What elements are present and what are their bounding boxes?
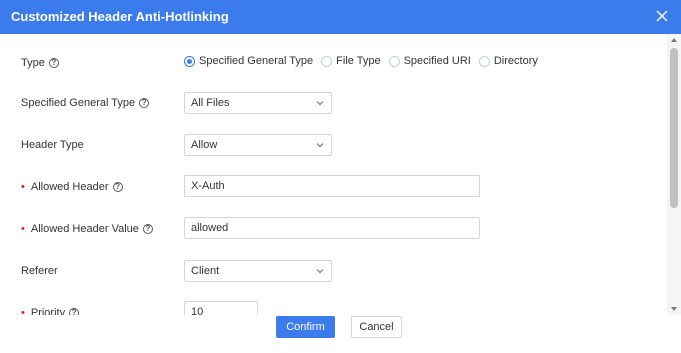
dialog-header: Customized Header Anti-Hotlinking bbox=[0, 0, 681, 34]
general-type-label: Specified General Type ? bbox=[21, 97, 150, 109]
radio-button-checked[interactable] bbox=[184, 55, 195, 67]
allowed-header-input[interactable]: X-Auth bbox=[184, 175, 480, 197]
radio-file-type[interactable]: File Type bbox=[321, 55, 381, 67]
header-type-select[interactable]: Allow bbox=[184, 134, 332, 156]
scroll-up-arrow-icon[interactable] bbox=[671, 38, 677, 42]
radio-specified-uri[interactable]: Specified URI bbox=[388, 55, 471, 67]
chevron-down-icon bbox=[316, 101, 324, 106]
radio-directory[interactable]: Directory bbox=[478, 55, 538, 67]
question-circle-icon[interactable]: ? bbox=[48, 58, 59, 68]
dialog-body: Type ? Specified General Type File Type … bbox=[0, 34, 667, 315]
close-icon[interactable] bbox=[655, 9, 669, 23]
referer-label: Referer bbox=[21, 265, 58, 277]
question-circle-icon[interactable]: ? bbox=[112, 182, 123, 192]
type-radio-group: Specified General Type File Type Specifi… bbox=[184, 55, 546, 67]
allowed-header-label: • Allowed Header ? bbox=[21, 181, 123, 193]
priority-input[interactable]: 10 bbox=[184, 301, 258, 315]
allowed-header-value-label: • Allowed Header Value ? bbox=[21, 223, 153, 235]
priority-label: • Priority ? bbox=[21, 307, 80, 315]
question-circle-icon[interactable]: ? bbox=[142, 224, 153, 234]
required-asterisk: • bbox=[21, 223, 25, 235]
question-circle-icon[interactable]: ? bbox=[139, 98, 150, 108]
type-label: Type ? bbox=[21, 57, 59, 69]
header-type-label: Header Type bbox=[21, 139, 84, 151]
chevron-down-icon bbox=[316, 269, 324, 274]
scrollbar-thumb[interactable] bbox=[670, 48, 678, 208]
required-asterisk: • bbox=[21, 307, 25, 315]
vertical-scrollbar[interactable] bbox=[667, 34, 681, 315]
required-asterisk: • bbox=[21, 181, 25, 193]
confirm-button[interactable]: Confirm bbox=[276, 316, 335, 338]
radio-button[interactable] bbox=[478, 55, 490, 67]
cancel-button[interactable]: Cancel bbox=[351, 316, 402, 338]
radio-specified-general-type[interactable]: Specified General Type bbox=[184, 55, 313, 67]
dialog-title: Customized Header Anti-Hotlinking bbox=[11, 9, 229, 24]
chevron-down-icon bbox=[316, 143, 324, 148]
radio-button[interactable] bbox=[388, 55, 400, 67]
allowed-header-value-input[interactable]: allowed bbox=[184, 217, 480, 239]
radio-button[interactable] bbox=[321, 55, 333, 67]
referer-select[interactable]: Client bbox=[184, 260, 332, 282]
question-circle-icon[interactable]: ? bbox=[69, 308, 80, 315]
dialog-footer: Confirm Cancel bbox=[0, 315, 681, 353]
scroll-down-arrow-icon[interactable] bbox=[671, 307, 677, 311]
general-type-select[interactable]: All Files bbox=[184, 92, 332, 114]
